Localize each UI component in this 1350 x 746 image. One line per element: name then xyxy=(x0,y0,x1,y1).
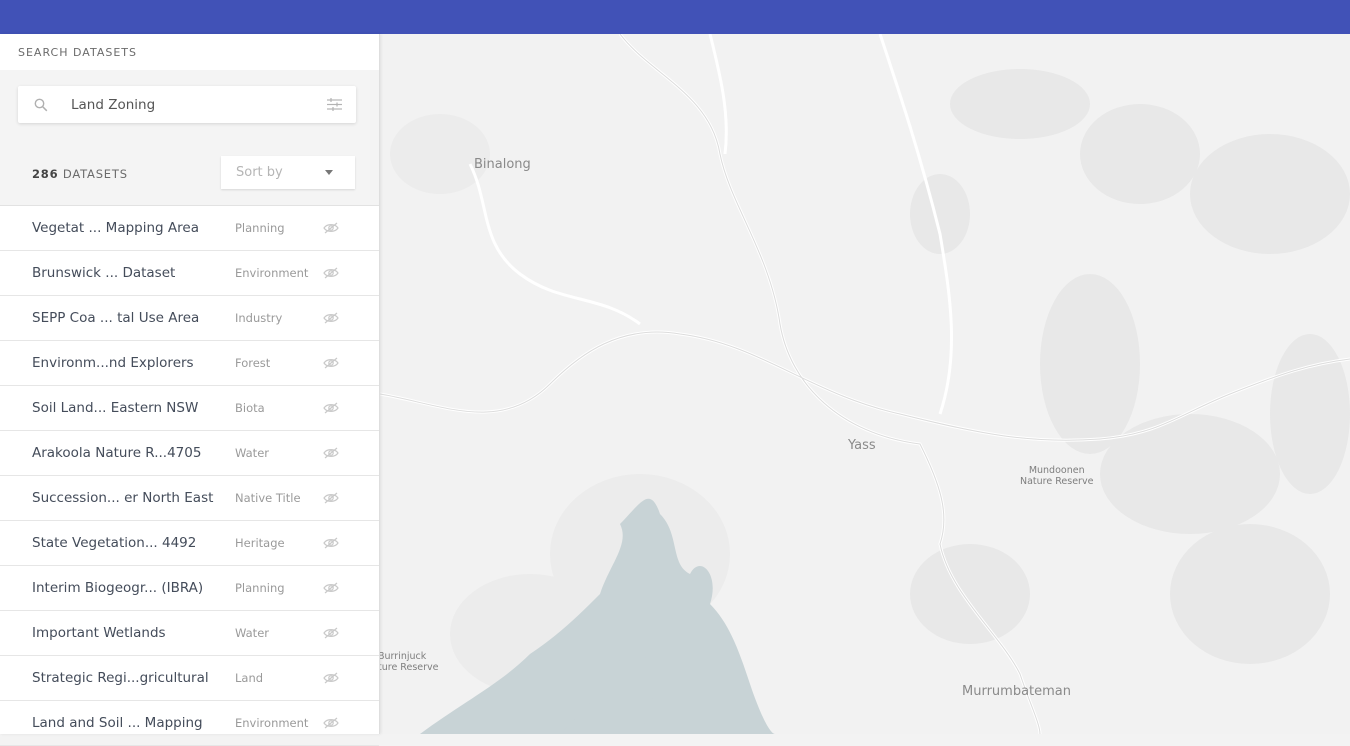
map-label-mundoonen: Mundoonen Nature Reserve xyxy=(1020,465,1093,487)
search-icon xyxy=(34,98,48,111)
filter-icon[interactable] xyxy=(327,98,342,111)
dataset-count-number: 286 xyxy=(32,167,59,181)
eye-off-icon[interactable] xyxy=(323,267,339,279)
dataset-name: Succession... er North East xyxy=(32,490,214,506)
eye-off-icon[interactable] xyxy=(323,717,339,729)
list-item[interactable]: Interim Biogeogr... (IBRA) Planning xyxy=(0,566,379,611)
search-section xyxy=(0,70,379,145)
map-label-binalong: Binalong xyxy=(474,157,531,172)
list-item[interactable]: Land and Soil ... Mapping Environment xyxy=(0,701,379,746)
eye-off-icon[interactable] xyxy=(323,627,339,639)
eye-off-icon[interactable] xyxy=(323,582,339,594)
search-panel: SEARCH DATASETS 286 DATASETS xyxy=(0,34,380,746)
search-input[interactable] xyxy=(69,95,303,114)
eye-off-icon[interactable] xyxy=(323,222,339,234)
map-label-burrinjuck-line2: ture Reserve xyxy=(380,662,439,673)
list-item[interactable]: Important Wetlands Water xyxy=(0,611,379,656)
dataset-name: Environm...nd Explorers xyxy=(32,355,194,371)
dataset-list: Vegetat ... Mapping Area Planning Brunsw… xyxy=(0,206,379,746)
top-app-bar xyxy=(0,0,1350,34)
map-label-mundoonen-line2: Nature Reserve xyxy=(1020,476,1094,487)
dataset-category: Biota xyxy=(235,401,265,415)
eye-off-icon[interactable] xyxy=(323,537,339,549)
list-item[interactable]: SEPP Coa ... tal Use Area Industry xyxy=(0,296,379,341)
dataset-category: Planning xyxy=(235,221,285,235)
dataset-category: Native Title xyxy=(235,491,301,505)
dataset-category: Planning xyxy=(235,581,285,595)
map-view[interactable]: Binalong Yass Mundoonen Nature Reserve B… xyxy=(380,34,1350,734)
dataset-name: SEPP Coa ... tal Use Area xyxy=(32,310,200,326)
map-label-burrinjuck: Burrinjuck ture Reserve xyxy=(380,651,439,673)
dataset-name: Arakoola Nature R...4705 xyxy=(32,445,202,461)
eye-off-icon[interactable] xyxy=(323,447,339,459)
results-bar: 286 DATASETS Sort by xyxy=(0,145,379,206)
sort-label: Sort by xyxy=(236,165,283,180)
dataset-name: State Vegetation... 4492 xyxy=(32,535,197,551)
search-box[interactable] xyxy=(18,86,356,123)
dataset-category: Industry xyxy=(235,311,283,325)
dataset-category: Heritage xyxy=(235,536,285,550)
dataset-name: Interim Biogeogr... (IBRA) xyxy=(32,580,204,596)
caret-down-icon xyxy=(325,170,333,175)
eye-off-icon[interactable] xyxy=(323,672,339,684)
map-label-burrinjuck-line1: Burrinjuck xyxy=(380,651,427,662)
dataset-category: Environment xyxy=(235,716,309,730)
dataset-category: Land xyxy=(235,671,264,685)
map-label-yass: Yass xyxy=(848,438,876,453)
eye-off-icon[interactable] xyxy=(323,402,339,414)
list-item[interactable]: Strategic Regi...gricultural Land xyxy=(0,656,379,701)
dataset-count-label: DATASETS xyxy=(62,167,128,181)
map-label-mundoonen-line1: Mundoonen xyxy=(1028,465,1085,476)
list-item[interactable]: Arakoola Nature R...4705 Water xyxy=(0,431,379,476)
dataset-category: Forest xyxy=(235,356,271,370)
list-item[interactable]: State Vegetation... 4492 Heritage xyxy=(0,521,379,566)
dataset-name: Important Wetlands xyxy=(32,625,166,641)
map-label-murrumbateman: Murrumbateman xyxy=(962,684,1072,699)
sort-dropdown[interactable]: Sort by xyxy=(221,156,355,189)
dataset-category: Water xyxy=(235,446,269,460)
dataset-category: Environment xyxy=(235,266,309,280)
dataset-name: Soil Land... Eastern NSW xyxy=(32,400,199,416)
list-item[interactable]: Brunswick ... Dataset Environment xyxy=(0,251,379,296)
list-item[interactable]: Environm...nd Explorers Forest xyxy=(0,341,379,386)
dataset-count: 286 DATASETS xyxy=(32,167,128,181)
eye-off-icon[interactable] xyxy=(323,492,339,504)
dataset-category: Water xyxy=(235,626,269,640)
eye-off-icon[interactable] xyxy=(323,357,339,369)
list-item[interactable]: Soil Land... Eastern NSW Biota xyxy=(0,386,379,431)
map-canvas xyxy=(380,34,1350,734)
dataset-name: Brunswick ... Dataset xyxy=(32,265,176,281)
dataset-name: Land and Soil ... Mapping xyxy=(32,715,203,731)
list-item[interactable]: Succession... er North East Native Title xyxy=(0,476,379,521)
dataset-name: Strategic Regi...gricultural xyxy=(32,670,209,686)
panel-title: SEARCH DATASETS xyxy=(18,45,137,59)
dataset-name: Vegetat ... Mapping Area xyxy=(32,220,199,236)
eye-off-icon[interactable] xyxy=(323,312,339,324)
list-item[interactable]: Vegetat ... Mapping Area Planning xyxy=(0,206,379,251)
